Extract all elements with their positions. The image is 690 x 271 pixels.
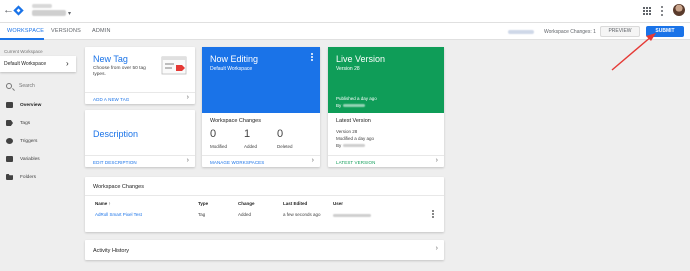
apps-grid-icon[interactable] xyxy=(643,7,651,15)
deleted-count: 0 xyxy=(277,128,284,140)
now-editing-workspace: Default Workspace xyxy=(210,66,253,72)
now-editing-title: Now Editing xyxy=(210,54,259,64)
latest-version-number: Version 28 xyxy=(336,129,358,134)
sort-arrow-icon[interactable]: ↑ xyxy=(109,201,111,206)
workspace-changes-title: Workspace Changes xyxy=(210,118,261,124)
new-tag-illustration-icon xyxy=(161,56,187,75)
deleted-label: Deleted xyxy=(277,144,293,149)
published-time: Published a day ago xyxy=(336,96,377,101)
container-name-redacted[interactable] xyxy=(32,10,66,16)
sidebar-item-tags[interactable]: Tags xyxy=(0,118,76,130)
red-arrow-annotation-icon xyxy=(611,33,656,71)
folder-icon xyxy=(6,174,13,180)
chevron-right-icon[interactable]: › xyxy=(312,157,314,164)
add-new-tag-link[interactable]: ADD A NEW TAG xyxy=(93,97,129,102)
published-by: By xyxy=(336,103,365,108)
chevron-down-icon[interactable]: ▾ xyxy=(68,10,71,17)
search-icon xyxy=(6,83,12,89)
activity-history-card[interactable]: Activity History › xyxy=(85,240,444,260)
chevron-right-icon[interactable]: › xyxy=(187,157,189,164)
redacted-user xyxy=(342,104,365,108)
workspace-name: Default Workspace xyxy=(4,61,47,67)
row-type: Tag xyxy=(198,212,206,217)
live-version-number: Version 28 xyxy=(336,66,360,72)
row-more-icon[interactable] xyxy=(432,210,434,218)
row-change: Added xyxy=(238,212,252,217)
top-bar: ← ▾ xyxy=(0,0,690,22)
chevron-right-icon[interactable]: › xyxy=(436,245,438,252)
tab-admin[interactable]: ADMIN xyxy=(92,28,111,34)
latest-version-modified: Modified a day ago xyxy=(336,136,375,141)
modified-count: 0 xyxy=(210,128,217,140)
now-editing-header: Now Editing Default Workspace xyxy=(202,47,320,113)
sidebar-item-folders[interactable]: Folders xyxy=(0,172,76,184)
latest-version-title: Latest Version xyxy=(336,118,371,124)
card-footer[interactable]: ADD A NEW TAG › xyxy=(85,92,195,104)
card-footer[interactable]: MANAGE WORKSPACES › xyxy=(202,155,320,167)
active-tab-indicator xyxy=(0,38,44,40)
new-tag-card[interactable]: New Tag Choose from over 50 tag types. A… xyxy=(85,47,195,104)
activity-history-title: Activity History xyxy=(93,248,130,254)
current-workspace-label: Current Workspace xyxy=(4,49,43,54)
sidebar-search[interactable]: Search xyxy=(6,82,76,92)
added-count: 1 xyxy=(244,128,251,140)
redacted-user xyxy=(342,144,365,148)
card-footer[interactable]: LATEST VERSION › xyxy=(328,155,444,167)
column-header-type[interactable]: Type xyxy=(198,201,208,206)
new-tag-title: New Tag xyxy=(93,54,128,64)
edit-description-link[interactable]: EDIT DESCRIPTION xyxy=(93,160,137,165)
tag-icon xyxy=(6,120,13,126)
sidebar-item-variables[interactable]: Variables xyxy=(0,154,76,166)
live-version-header: Live Version Version 28 Published a day … xyxy=(328,47,444,113)
latest-version-link[interactable]: LATEST VERSION xyxy=(336,160,376,165)
chevron-right-icon[interactable]: › xyxy=(436,157,438,164)
modified-label: Modified xyxy=(210,144,228,149)
row-last-edited: a few seconds ago xyxy=(283,212,321,217)
account-name-redacted[interactable] xyxy=(32,4,52,8)
table-title: Workspace Changes xyxy=(93,184,144,190)
more-vert-icon[interactable] xyxy=(660,6,663,16)
workspace-changes-count: Workspace Changes: 1 xyxy=(544,29,596,35)
tab-versions[interactable]: VERSIONS xyxy=(51,28,81,34)
sidebar-item-overview[interactable]: Overview xyxy=(0,100,76,112)
sidebar-item-label: Triggers xyxy=(20,139,38,144)
overview-icon xyxy=(6,102,13,108)
trigger-icon xyxy=(6,138,13,144)
column-header-name[interactable]: Name ↑ xyxy=(95,201,111,206)
now-editing-card[interactable]: Now Editing Default Workspace Workspace … xyxy=(202,47,320,167)
chevron-right-icon[interactable]: › xyxy=(187,94,189,101)
variable-icon xyxy=(6,156,13,162)
column-header-last-edited[interactable]: Last Edited xyxy=(283,201,307,206)
sidebar-item-triggers[interactable]: Triggers xyxy=(0,136,76,148)
new-tag-description: Choose from over 50 tag types. xyxy=(93,66,146,77)
manage-workspaces-link[interactable]: MANAGE WORKSPACES xyxy=(210,160,264,165)
tab-bar: WORKSPACE VERSIONS ADMIN Workspace Chang… xyxy=(0,22,690,40)
sidebar-item-label: Overview xyxy=(20,103,42,108)
latest-version-by: By xyxy=(336,143,365,148)
sidebar-item-label: Variables xyxy=(20,157,40,162)
sidebar-item-label: Tags xyxy=(20,121,31,126)
tag-name-link[interactable]: AdRoll Smart Pixel Test xyxy=(95,212,142,217)
tab-workspace[interactable]: WORKSPACE xyxy=(7,28,44,34)
gtm-diamond-icon[interactable] xyxy=(13,5,24,16)
chevron-right-icon: › xyxy=(66,59,69,68)
live-version-title: Live Version xyxy=(336,54,386,64)
divider xyxy=(85,195,444,196)
workspace-link-redacted[interactable] xyxy=(508,30,534,34)
added-label: Added xyxy=(244,144,258,149)
search-input[interactable]: Search xyxy=(19,83,35,89)
live-version-card[interactable]: Live Version Version 28 Published a day … xyxy=(328,47,444,167)
description-title: Description xyxy=(93,129,139,139)
card-footer[interactable]: EDIT DESCRIPTION › xyxy=(85,155,195,167)
more-vert-icon[interactable] xyxy=(311,53,313,61)
avatar[interactable] xyxy=(673,4,685,16)
workspace-selector[interactable]: Default Workspace › xyxy=(0,56,76,72)
sidebar-item-label: Folders xyxy=(20,175,36,180)
row-user-redacted xyxy=(333,213,371,218)
column-header-change[interactable]: Change xyxy=(238,201,255,206)
column-header-user[interactable]: User xyxy=(333,201,343,206)
description-card[interactable]: Description EDIT DESCRIPTION › xyxy=(85,110,195,167)
workspace-changes-table: Workspace Changes Name ↑ Type Change Las… xyxy=(85,177,444,232)
